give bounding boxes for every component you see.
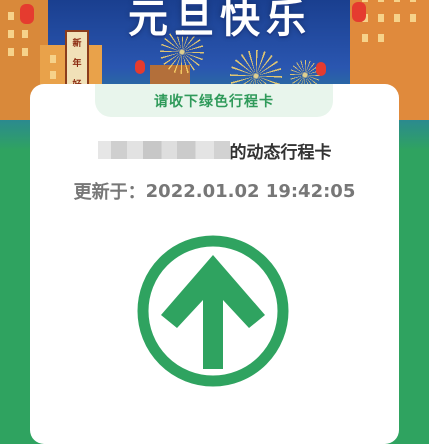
vertical-banner-char: 新 [72,38,82,49]
lantern-icon [316,62,326,76]
up-arrow-circle-icon [137,235,289,387]
masked-phone-number [97,141,230,159]
phone-row: 的动态行程卡 [0,138,429,163]
lantern-icon [352,2,366,22]
banner-title: 元旦快乐 [128,0,312,42]
card-tab: 请收下绿色行程卡 [95,84,333,117]
lantern-icon [20,4,34,24]
update-time: 2022.01.02 19:42:05 [145,180,356,202]
lantern-icon [135,60,145,74]
phone-label: 的动态行程卡 [229,142,332,163]
update-label: 更新于： [73,182,146,203]
update-row: 更新于： 2022.01.02 19:42:05 [0,178,429,204]
vertical-banner-char: 年 [72,59,82,70]
